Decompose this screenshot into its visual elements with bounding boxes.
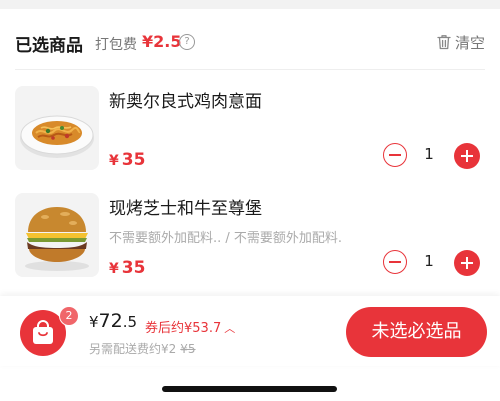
checkout-button[interactable]: 未选必选品 (346, 307, 487, 357)
trash-icon (437, 35, 451, 50)
burger-image[interactable] (15, 193, 99, 277)
item-options: 不需要额外加配料.. / 不需要额外加配料. (109, 231, 343, 246)
item-name: 新奥尔良式鸡肉意面 (109, 92, 262, 112)
help-icon[interactable]: ? (179, 34, 195, 50)
discount-detail-toggle[interactable]: 券后约¥53.7 ︿ (145, 317, 235, 336)
minus-icon[interactable] (383, 143, 407, 167)
cart-bar: 2 ¥72.5 券后约¥53.7 ︿ 另需配送费约¥2 ¥5 未选必选品 (0, 296, 500, 366)
cart-count-badge: 2 (59, 306, 79, 326)
cart-item: 现烤芝士和牛至尊堡 不需要额外加配料.. / 不需要额外加配料. ¥35 1 (15, 193, 485, 278)
item-price: ¥35 (109, 150, 146, 170)
plus-icon[interactable] (454, 143, 480, 169)
item-quantity: 1 (424, 145, 434, 163)
packing-fee-label: 打包费 (95, 37, 137, 53)
pasta-image[interactable] (15, 86, 99, 170)
cart-header: 已选商品 打包费 ¥2.5 ? 清空 (15, 30, 485, 56)
selected-items-title: 已选商品 (15, 36, 83, 56)
item-quantity: 1 (424, 252, 434, 270)
minus-icon[interactable] (383, 250, 407, 274)
item-price: ¥35 (109, 258, 146, 278)
home-indicator (162, 386, 337, 392)
shopping-bag-icon (33, 320, 53, 344)
top-strip (0, 0, 500, 9)
quantity-stepper: 1 (383, 143, 480, 169)
clear-cart-button[interactable]: 清空 (437, 32, 485, 52)
quantity-stepper: 1 (383, 250, 480, 276)
cart-item: 新奥尔良式鸡肉意面 ¥35 1 (15, 86, 485, 170)
delivery-fee: 另需配送费约¥2 ¥5 (89, 342, 196, 356)
item-name: 现烤芝士和牛至尊堡 (109, 199, 262, 219)
header-divider (15, 69, 485, 70)
chevron-up-icon: ︿ (224, 322, 236, 335)
cart-total: ¥72.5 (89, 310, 138, 332)
plus-icon[interactable] (454, 250, 480, 276)
packing-fee-value: ¥2.5 (142, 32, 182, 51)
clear-cart-label: 清空 (454, 33, 485, 52)
